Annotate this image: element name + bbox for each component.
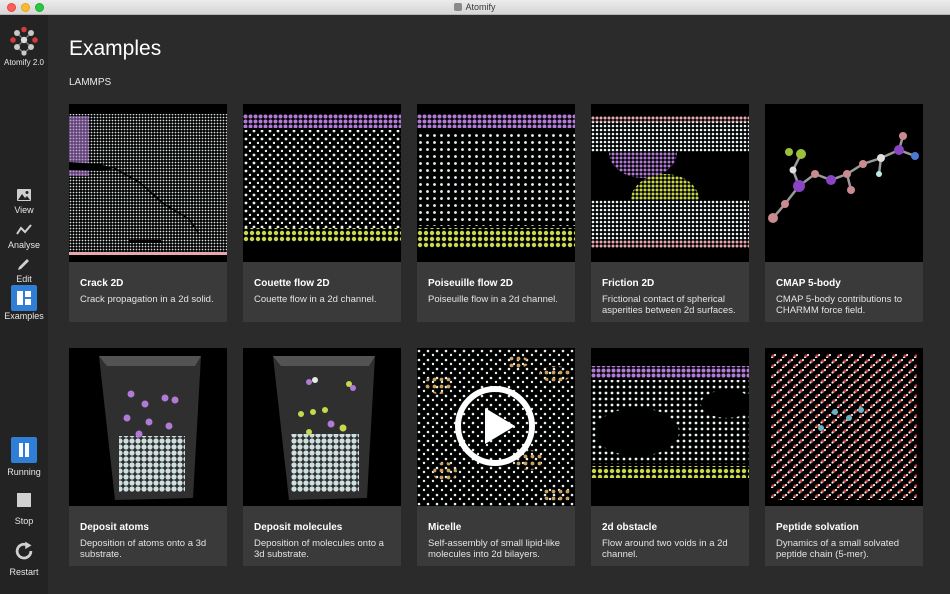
example-card-deposit-atoms[interactable]: Deposit atoms Deposition of atoms onto a… [69, 348, 227, 566]
section-heading: LAMMPS [69, 77, 112, 88]
stop-button[interactable]: Stop [0, 492, 48, 526]
example-card-2d-obstacle[interactable]: 2d obstacle Flow around two voids in a 2… [591, 348, 749, 566]
nav-edit-label: Edit [16, 274, 32, 284]
example-thumbnail [243, 104, 401, 262]
chart-icon [16, 224, 32, 235]
nav-examples-label: Examples [4, 311, 44, 321]
example-title: 2d obstacle [602, 522, 658, 533]
example-card-deposit-molecules[interactable]: Deposit molecules Deposition of molecule… [243, 348, 401, 566]
restart-label: Restart [9, 567, 39, 577]
example-title: Friction 2D [602, 278, 655, 289]
example-thumbnail [69, 348, 227, 506]
example-description: Flow around two voids in a 2d channel. [602, 538, 728, 560]
atomify-logo-icon [10, 26, 38, 56]
peptide-solvation-preview [771, 354, 917, 500]
example-thumbnail [243, 348, 401, 506]
example-description: CMAP 5-body contributions to CHARMM forc… [776, 294, 903, 316]
micelle-preview [417, 348, 575, 506]
stop-icon [17, 493, 31, 507]
cmap-5-body-preview [768, 132, 919, 223]
example-thumbnail [417, 348, 575, 506]
crack-2d-preview [69, 104, 227, 255]
examples-panel: Examples LAMMPS Crack 2D Crack propagati… [48, 15, 950, 594]
example-card-micelle[interactable]: Micelle Self-assembly of small lipid-lik… [417, 348, 575, 566]
friction-2d-preview [591, 116, 749, 248]
example-card-peptide-solvation[interactable]: Peptide solvation Dynamics of a small so… [765, 348, 923, 566]
poiseuille-flow-preview [417, 114, 575, 248]
example-description: Dynamics of a small solvated peptide cha… [776, 538, 900, 560]
document-icon [454, 3, 463, 11]
example-title: Couette flow 2D [254, 278, 330, 289]
example-description: Couette flow in a 2d channel. [254, 294, 377, 305]
example-thumbnail [591, 104, 749, 262]
example-title: Peptide solvation [776, 522, 859, 533]
example-card-poiseuille-flow-2d[interactable]: Poiseuille flow 2D Poiseuille flow in a … [417, 104, 575, 322]
nav-view[interactable]: View [0, 187, 48, 215]
nav-examples[interactable]: Examples [0, 285, 48, 321]
deposit-atoms-preview [99, 356, 201, 500]
deposit-molecules-preview [273, 356, 375, 500]
nav-analyse-label: Analyse [7, 240, 41, 250]
example-thumbnail [765, 348, 923, 506]
running-label: Running [7, 467, 41, 477]
couette-flow-preview [243, 114, 401, 242]
example-card-couette-flow-2d[interactable]: Couette flow 2D Couette flow in a 2d cha… [243, 104, 401, 322]
app-window: Atomify Atomify 2.0 View Analyse Edit Ex… [0, 0, 950, 594]
app-version-label: Atomify 2.0 [3, 58, 44, 67]
example-description: Deposition of atoms onto a 3d substrate. [80, 538, 207, 560]
example-title: Poiseuille flow 2D [428, 278, 514, 289]
example-card-crack-2d[interactable]: Crack 2D Crack propagation in a 2d solid… [69, 104, 227, 322]
example-card-cmap-5-body[interactable]: CMAP 5-body CMAP 5-body contributions to… [765, 104, 923, 322]
title-bar: Atomify [0, 0, 950, 15]
example-thumbnail [765, 104, 923, 262]
example-thumbnail [69, 104, 227, 262]
running-button[interactable]: Running [0, 437, 48, 477]
sidebar: Atomify 2.0 View Analyse Edit Examples R… [0, 15, 48, 594]
example-description: Frictional contact of spherical asperiti… [602, 294, 736, 316]
restart-icon [15, 541, 33, 560]
example-description: Poiseuille flow in a 2d channel. [428, 294, 558, 305]
nav-view-label: View [14, 205, 34, 215]
grid-icon [11, 285, 37, 311]
restart-button[interactable]: Restart [0, 541, 48, 577]
page-title: Examples [69, 37, 162, 60]
example-thumbnail [591, 348, 749, 506]
nav-edit[interactable]: Edit [0, 256, 48, 284]
2d-obstacle-preview [591, 366, 749, 478]
example-title: Micelle [428, 522, 462, 533]
example-description: Deposition of molecules onto a 3d substr… [254, 538, 384, 560]
example-thumbnail [417, 104, 575, 262]
example-description: Crack propagation in a 2d solid. [80, 294, 214, 305]
window-title: Atomify [0, 2, 950, 12]
example-card-friction-2d[interactable]: Friction 2D Frictional contact of spheri… [591, 104, 749, 322]
image-icon [17, 189, 31, 201]
example-description: Self-assembly of small lipid-like molecu… [428, 538, 560, 560]
example-title: Deposit atoms [80, 522, 149, 533]
example-title: CMAP 5-body [776, 278, 841, 289]
nav-analyse[interactable]: Analyse [0, 222, 48, 250]
example-title: Crack 2D [80, 278, 124, 289]
example-title: Deposit molecules [254, 522, 343, 533]
pencil-icon [18, 259, 29, 270]
stop-label: Stop [14, 516, 34, 526]
pause-icon [11, 437, 37, 463]
